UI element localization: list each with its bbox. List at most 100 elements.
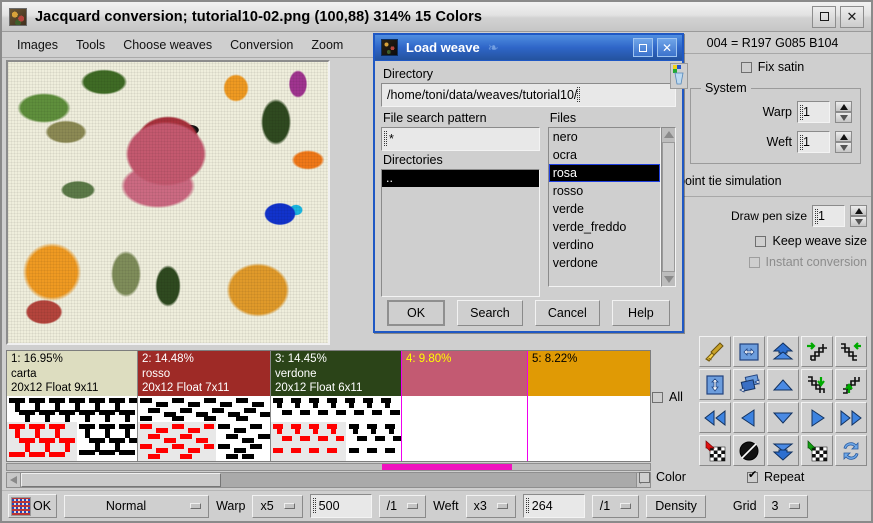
warp-stepper[interactable] (835, 101, 852, 123)
warp-increment-button[interactable] (835, 101, 852, 112)
palette-entry[interactable]: 5: 8.22% (528, 351, 650, 461)
files-listbox[interactable]: nero ocra rosa rosso verde verde_freddo … (547, 127, 661, 287)
rewind-icon-button[interactable] (699, 402, 731, 433)
scroll-down-button[interactable] (662, 273, 675, 286)
weft-count-input[interactable]: 264 (522, 494, 585, 518)
palette-entry[interactable]: 2: 14.48% rosso 20x12 Float 7x11 (138, 351, 271, 461)
dialog-search-button[interactable]: Search (457, 300, 523, 326)
fix-satin-row[interactable]: Fix satin (674, 54, 871, 80)
keep-weave-size-row[interactable]: Keep weave size (674, 234, 871, 248)
palette-horizontal-scrollbar[interactable] (6, 472, 651, 488)
density-button[interactable]: Density (646, 494, 706, 518)
warp-input[interactable]: 1 (797, 101, 830, 123)
menu-item-conversion[interactable]: Conversion (221, 35, 302, 55)
weft-decrement-button[interactable] (835, 142, 852, 153)
pattern-input[interactable]: * (381, 127, 540, 151)
arrow-up-double-icon-button[interactable] (767, 336, 799, 367)
menu-item-tools[interactable]: Tools (67, 35, 114, 55)
close-button[interactable]: ✕ (840, 5, 864, 28)
fast-forward-icon-button[interactable] (835, 402, 867, 433)
checker-insert-icon-button[interactable] (699, 435, 731, 466)
keep-weave-size-checkbox[interactable] (755, 235, 767, 247)
arrow-down-single-icon-button[interactable] (767, 402, 799, 433)
warp-count-input[interactable]: 500 (309, 494, 372, 518)
warp-decrement-button[interactable] (835, 112, 852, 123)
checker-extract-icon-button[interactable] (801, 435, 833, 466)
arrow-right-icon-button[interactable] (801, 402, 833, 433)
directory-input[interactable]: /home/toni/data/weaves/tutorial10/ (381, 83, 676, 107)
weft-input[interactable]: 1 (797, 131, 830, 153)
file-list-item[interactable]: verdone (549, 254, 660, 272)
weave-pattern-preview[interactable] (402, 396, 527, 461)
palette-entry-header[interactable]: 4: 9.80% (402, 351, 527, 396)
draw-pen-size-stepper[interactable] (850, 205, 867, 227)
warp-multiplier-dropdown[interactable]: x5 (252, 494, 303, 518)
arrow-up-single-icon-button[interactable] (767, 369, 799, 400)
directories-listbox[interactable]: .. (381, 169, 540, 297)
palette-entry[interactable]: 4: 9.80% (402, 351, 528, 461)
file-list-item[interactable]: verde_freddo (549, 218, 660, 236)
dialog-cancel-button[interactable]: Cancel (534, 300, 600, 326)
fix-satin-checkbox[interactable] (740, 61, 752, 73)
weave-pattern-preview[interactable] (138, 396, 270, 461)
broom-icon-button[interactable] (699, 336, 731, 367)
repeat-checkbox-row[interactable]: Repeat (747, 469, 804, 484)
weft-divisor-dropdown[interactable]: /1 (591, 494, 640, 518)
pen-decrement-button[interactable] (850, 216, 867, 227)
image-canvas-frame[interactable] (6, 60, 330, 345)
pen-increment-button[interactable] (850, 205, 867, 216)
dialog-ok-button[interactable]: OK (387, 300, 446, 326)
weft-multiplier-dropdown[interactable]: x3 (465, 494, 516, 518)
grid-dropdown[interactable]: 3 (763, 494, 808, 518)
scrollbar-thumb[interactable] (21, 473, 221, 487)
file-list-item[interactable]: rosso (549, 182, 660, 200)
menu-item-zoom[interactable]: Zoom (302, 35, 352, 55)
file-list-item[interactable]: verdino (549, 236, 660, 254)
palette-entry[interactable]: 1: 16.95% carta 20x12 Float 9x11 (7, 351, 138, 461)
color-checkbox-row[interactable]: Color (639, 470, 686, 484)
scroll-up-button[interactable] (662, 128, 675, 141)
file-list-item[interactable]: ocra (549, 146, 660, 164)
invert-icon-button[interactable] (733, 435, 765, 466)
scroll-left-button[interactable] (7, 473, 21, 487)
weave-pattern-preview[interactable] (271, 396, 401, 461)
palette-entry-header[interactable]: 2: 14.48% rosso 20x12 Float 7x11 (138, 351, 270, 396)
refresh-icon-button[interactable] (835, 435, 867, 466)
palette-entry-header[interactable]: 1: 16.95% carta 20x12 Float 9x11 (7, 351, 137, 396)
stairs-right-icon-button[interactable] (801, 336, 833, 367)
flip-horizontal-icon-button[interactable] (733, 336, 765, 367)
ok-button[interactable]: OK (8, 494, 58, 518)
warp-divisor-dropdown[interactable]: /1 (378, 494, 427, 518)
mode-dropdown[interactable]: Normal (64, 494, 210, 518)
draw-pen-size-input[interactable]: 1 (812, 205, 845, 227)
dialog-maximize-button[interactable] (633, 38, 653, 57)
palette-entry-header[interactable]: 3: 14.45% verdone 20x12 Float 6x11 (271, 351, 401, 396)
hidden-toolbar-button[interactable] (670, 63, 688, 89)
file-list-item[interactable]: verde (549, 200, 660, 218)
stairs-up-icon-button[interactable] (835, 369, 867, 400)
file-list-item[interactable]: nero (549, 128, 660, 146)
maximize-button[interactable] (812, 5, 836, 28)
menu-item-choose-weaves[interactable]: Choose weaves (114, 35, 221, 55)
palette-entry-header[interactable]: 5: 8.22% (528, 351, 650, 396)
all-checkbox-row[interactable]: All (652, 390, 683, 404)
repeat-checkbox[interactable] (747, 469, 758, 483)
palette-entry[interactable]: 3: 14.45% verdone 20x12 Float 6x11 (271, 351, 402, 461)
menu-item-images[interactable]: Images (8, 35, 67, 55)
color-checkbox[interactable] (639, 471, 650, 483)
layers-copy-icon-button[interactable] (733, 369, 765, 400)
flip-vertical-icon-button[interactable] (699, 369, 731, 400)
weave-pattern-preview[interactable] (528, 396, 650, 461)
dialog-close-button[interactable]: ✕ (657, 38, 677, 57)
jacquard-image-preview[interactable] (8, 62, 328, 343)
dialog-help-button[interactable]: Help (611, 300, 670, 326)
arrow-left-icon-button[interactable] (733, 402, 765, 433)
scrollbar-thumb[interactable] (662, 142, 675, 272)
stairs-left-icon-button[interactable] (835, 336, 867, 367)
weft-stepper[interactable] (835, 131, 852, 153)
all-checkbox[interactable] (652, 391, 663, 403)
directory-list-item[interactable]: .. (382, 170, 539, 187)
file-list-item-selected[interactable]: rosa (548, 164, 660, 182)
stairs-down-icon-button[interactable] (801, 369, 833, 400)
weave-pattern-preview[interactable] (7, 396, 137, 461)
